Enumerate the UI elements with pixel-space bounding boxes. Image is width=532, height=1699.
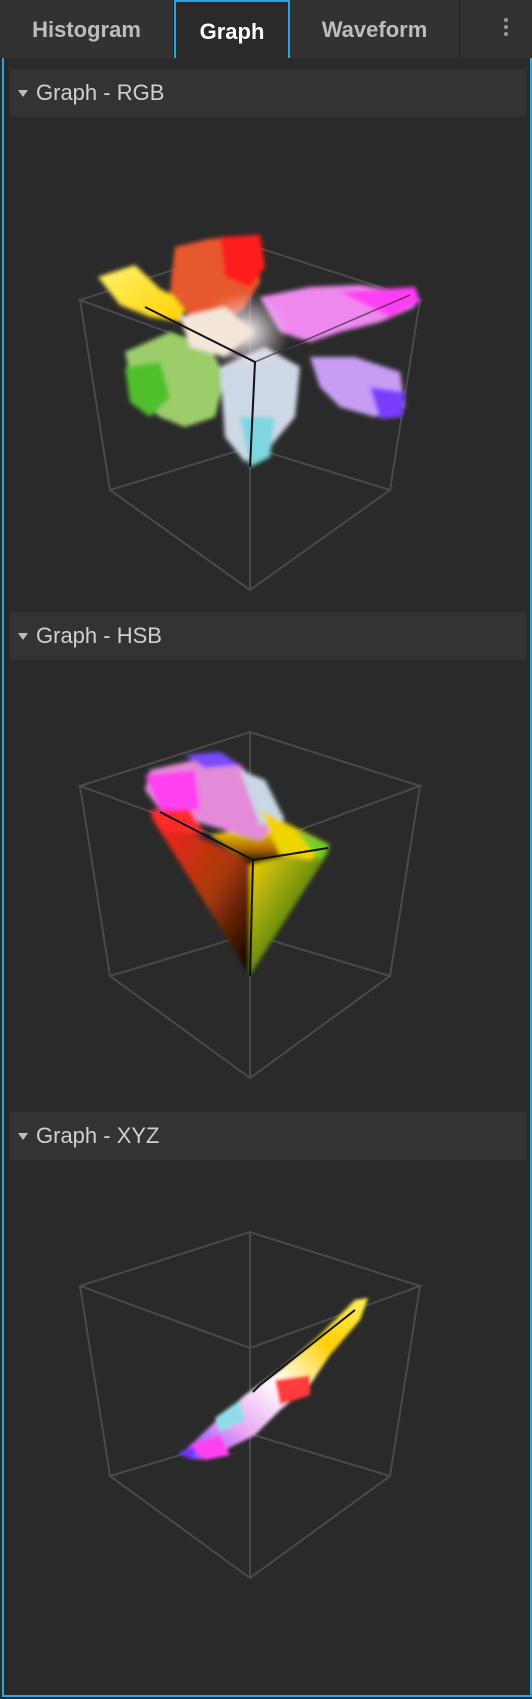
tab-bar: Histogram Graph Waveform <box>0 0 532 60</box>
section-title: Graph - RGB <box>36 80 165 105</box>
section-header-xyz[interactable]: Graph - XYZ <box>10 1112 526 1160</box>
tab-graph[interactable]: Graph <box>174 0 290 60</box>
tab-histogram[interactable]: Histogram <box>0 0 174 58</box>
graph-panel: Graph - RGB Graph - HSB Graph - XYZ <box>2 58 532 1697</box>
section-header-hsb[interactable]: Graph - HSB <box>10 612 526 660</box>
triangle-down-icon[interactable] <box>18 90 28 97</box>
triangle-down-icon[interactable] <box>18 1133 28 1140</box>
section-title: Graph - XYZ <box>36 1123 160 1148</box>
section-title: Graph - HSB <box>36 623 162 648</box>
hsb-cube-plot[interactable] <box>10 660 526 1152</box>
section-header-rgb[interactable]: Graph - RGB <box>10 69 526 117</box>
tab-waveform[interactable]: Waveform <box>290 0 460 58</box>
triangle-down-icon[interactable] <box>18 633 28 640</box>
rgb-cube-plot[interactable] <box>10 117 526 609</box>
vertical-ellipsis-icon[interactable] <box>498 14 514 40</box>
xyz-cube-plot[interactable] <box>10 1160 526 1652</box>
